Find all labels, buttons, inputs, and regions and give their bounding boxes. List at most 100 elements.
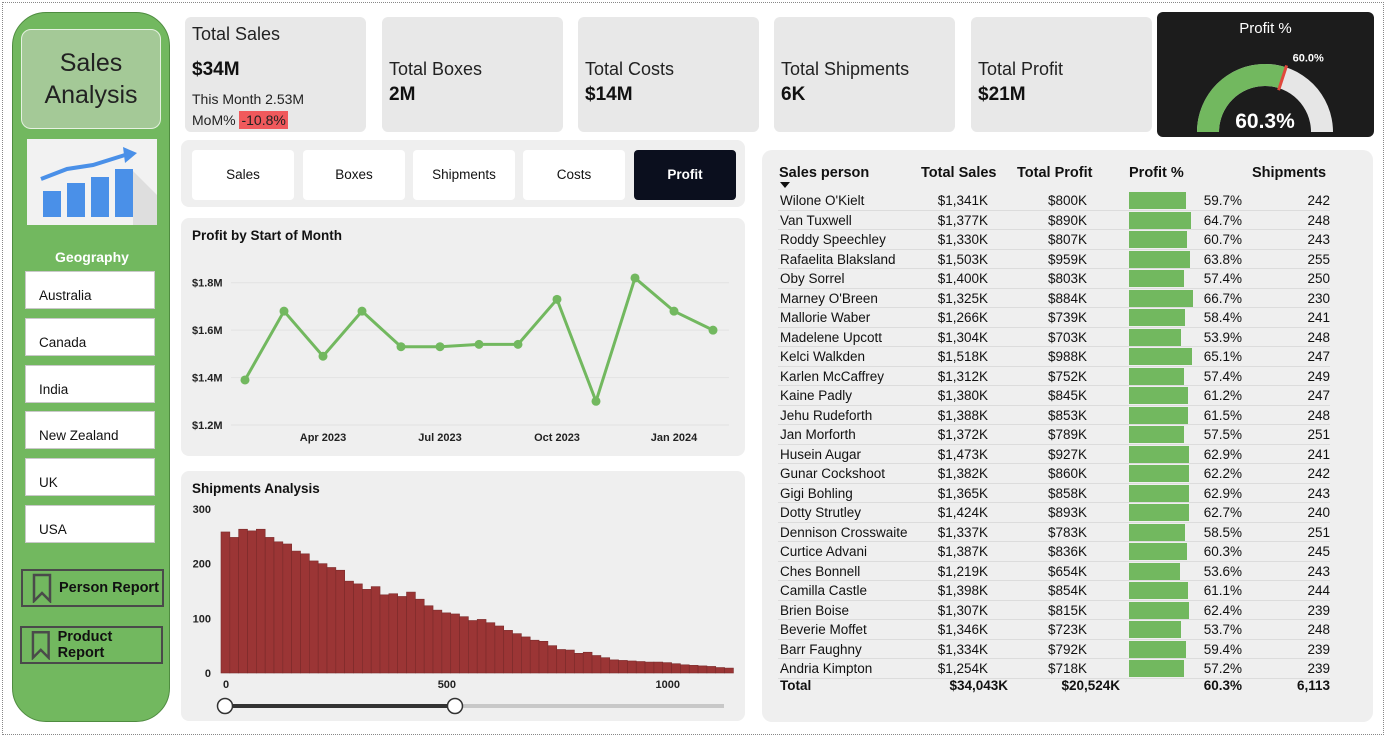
histogram-bar[interactable] [574, 653, 584, 674]
geography-button-india[interactable]: India [25, 365, 155, 403]
table-row[interactable]: Karlen McCaffrey $1,312K $752K 57.4% 249 [778, 367, 1330, 386]
histogram-bar[interactable] [680, 664, 690, 674]
histogram-bar[interactable] [529, 639, 540, 674]
geography-button-uk[interactable]: UK [25, 458, 155, 496]
histogram-bar[interactable] [503, 630, 513, 674]
histogram-bar[interactable] [644, 661, 655, 674]
table-row[interactable]: Barr Faughny $1,334K $792K 59.4% 239 [778, 640, 1330, 659]
histogram-bar[interactable] [459, 616, 469, 674]
table-row[interactable]: Kelci Walkden $1,518K $988K 65.1% 247 [778, 347, 1330, 367]
profit-point[interactable] [552, 294, 562, 304]
histogram-bar[interactable] [476, 619, 487, 674]
histogram-bar[interactable] [688, 665, 699, 674]
histogram-bar[interactable] [229, 537, 239, 674]
histogram-bar[interactable] [282, 543, 292, 674]
geography-button-new-zealand[interactable]: New Zealand [25, 411, 155, 449]
histogram-bar[interactable] [264, 537, 275, 674]
table-row[interactable]: Camilla Castle $1,398K $854K 61.1% 244 [778, 581, 1330, 601]
histogram-bar[interactable] [697, 665, 708, 674]
histogram-bar[interactable] [423, 605, 434, 674]
table-row[interactable]: Dotty Strutley $1,424K $893K 62.7% 240 [778, 503, 1330, 523]
histogram-bar[interactable] [432, 609, 443, 674]
histogram-bar[interactable] [662, 662, 672, 674]
histogram-bar[interactable] [485, 622, 496, 674]
histogram-bar[interactable] [724, 667, 734, 674]
histogram-bar[interactable] [362, 589, 372, 674]
histogram-bar[interactable] [547, 645, 558, 674]
sort-descending-icon[interactable] [780, 182, 790, 188]
profit-point[interactable] [630, 273, 640, 283]
profit-point[interactable] [279, 306, 289, 316]
histogram-bar[interactable] [591, 655, 602, 674]
histogram-bar[interactable] [273, 541, 284, 674]
tab-boxes[interactable]: Boxes [303, 150, 405, 200]
profit-point[interactable] [357, 306, 367, 316]
histogram-bar[interactable] [220, 531, 231, 674]
histogram-bar[interactable] [291, 550, 301, 674]
histogram-bar[interactable] [494, 625, 505, 674]
table-row[interactable]: Jan Morforth $1,372K $789K 57.5% 251 [778, 425, 1330, 445]
histogram-bar[interactable] [521, 636, 531, 674]
profit-point[interactable] [318, 351, 328, 361]
histogram-bar[interactable] [627, 660, 637, 674]
table-row[interactable]: Kaine Padly $1,380K $845K 61.2% 247 [778, 386, 1330, 406]
histogram-bar[interactable] [671, 663, 681, 674]
histogram-bar[interactable] [317, 563, 328, 674]
product-report-button[interactable]: Product Report [20, 626, 163, 664]
col-header-total-sales[interactable]: Total Sales [921, 165, 996, 181]
table-row[interactable]: Ches Bonnell $1,219K $654K 53.6% 243 [778, 562, 1330, 581]
histogram-bar[interactable] [344, 580, 354, 674]
profit-point[interactable] [435, 342, 445, 352]
histogram-bar[interactable] [450, 613, 460, 674]
profit-point[interactable] [669, 306, 679, 316]
table-row[interactable]: Gunar Cockshoot $1,382K $860K 62.2% 242 [778, 464, 1330, 484]
table-row[interactable]: Dennison Crosswaite $1,337K $783K 58.5% 251 [778, 523, 1330, 542]
histogram-bar[interactable] [600, 657, 611, 674]
histogram-bar[interactable] [379, 594, 390, 674]
histogram-bar[interactable] [335, 569, 345, 674]
person-report-button[interactable]: Person Report [21, 569, 164, 607]
histogram-bar[interactable] [715, 667, 725, 674]
table-row[interactable]: Husein Augar $1,473K $927K 62.9% 241 [778, 445, 1330, 464]
tab-shipments[interactable]: Shipments [413, 150, 515, 200]
col-header-shipments[interactable]: Shipments [1252, 165, 1326, 181]
table-row[interactable]: Rafaelita Blaksland $1,503K $959K 63.8% 255 [778, 250, 1330, 269]
table-row[interactable]: Jehu Rudeforth $1,388K $853K 61.5% 248 [778, 406, 1330, 425]
profit-point[interactable] [708, 325, 718, 335]
histogram-bar[interactable] [582, 651, 593, 674]
histogram-bar[interactable] [256, 528, 266, 674]
table-row[interactable]: Van Tuxwell $1,377K $890K 64.7% 248 [778, 211, 1330, 230]
table-row[interactable]: Roddy Speechley $1,330K $807K 60.7% 243 [778, 230, 1330, 250]
histogram-bar[interactable] [538, 640, 549, 674]
table-row[interactable]: Madelene Upcott $1,304K $703K 53.9% 248 [778, 328, 1330, 347]
range-slider-max-handle[interactable] [446, 697, 464, 715]
histogram-bar[interactable] [556, 649, 566, 674]
tab-profit[interactable]: Profit [634, 150, 736, 200]
histogram-bar[interactable] [353, 583, 363, 674]
profit-point[interactable] [513, 339, 523, 349]
tab-sales[interactable]: Sales [192, 150, 294, 200]
histogram-bar[interactable] [468, 620, 478, 674]
histogram-bar[interactable] [238, 528, 248, 674]
histogram-bar[interactable] [441, 612, 452, 674]
histogram-bar[interactable] [609, 659, 619, 674]
geography-button-canada[interactable]: Canada [25, 318, 155, 356]
histogram-bar[interactable] [309, 560, 319, 674]
col-header-sales-person[interactable]: Sales person [779, 165, 869, 181]
table-row[interactable]: Gigi Bohling $1,365K $858K 62.9% 243 [778, 484, 1330, 503]
histogram-bar[interactable] [397, 596, 407, 674]
table-row[interactable]: Oby Sorrel $1,400K $803K 57.4% 250 [778, 269, 1330, 289]
histogram-bar[interactable] [300, 553, 310, 674]
histogram-bar[interactable] [326, 567, 337, 674]
profit-point[interactable] [474, 339, 484, 349]
histogram-bar[interactable] [706, 666, 717, 674]
profit-point[interactable] [591, 396, 601, 406]
histogram-bar[interactable] [565, 649, 575, 674]
table-row[interactable]: Beverie Moffet $1,346K $723K 53.7% 248 [778, 620, 1330, 640]
histogram-bar[interactable] [635, 661, 646, 674]
histogram-bar[interactable] [618, 660, 628, 674]
col-header-total-profit[interactable]: Total Profit [1017, 165, 1092, 181]
table-row[interactable]: Marney O'Breen $1,325K $884K 66.7% 230 [778, 289, 1330, 308]
table-row[interactable]: Brien Boise $1,307K $815K 62.4% 239 [778, 601, 1330, 620]
histogram-bar[interactable] [415, 598, 425, 674]
